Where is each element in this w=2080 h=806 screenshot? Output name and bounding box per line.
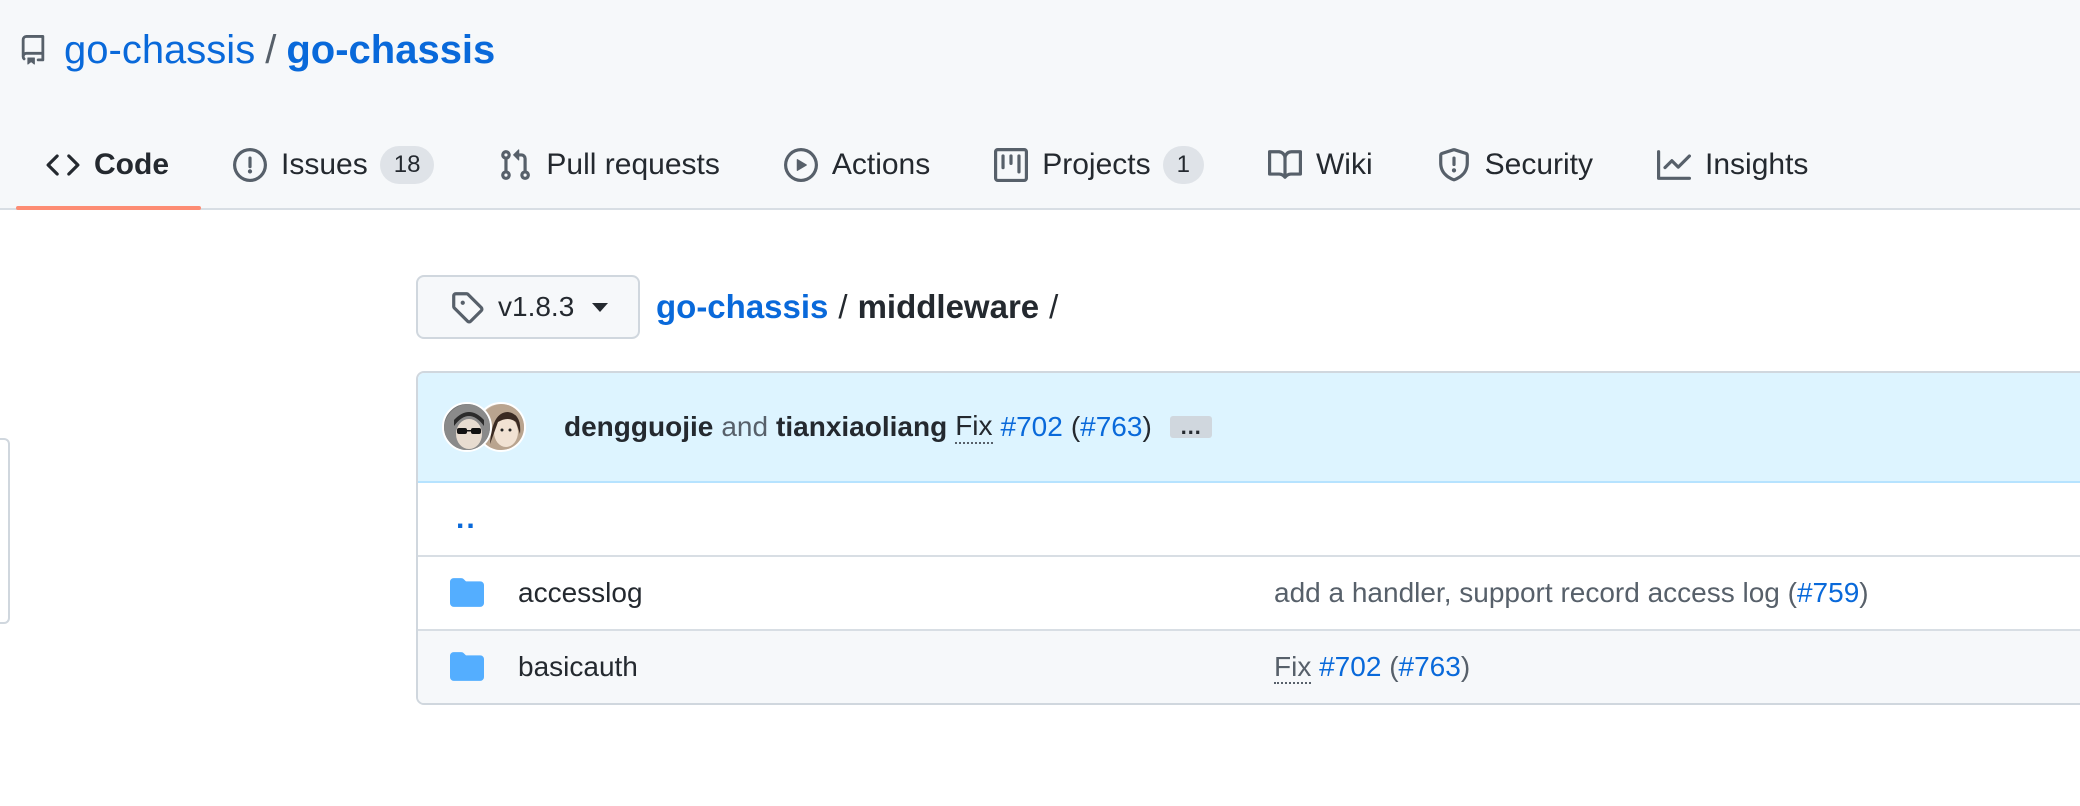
tab-code[interactable]: Code [16,122,201,210]
file-commit-message-link[interactable]: Fix [1274,651,1312,684]
git-pull-request-icon [501,149,531,180]
tab-security[interactable]: Security [1405,122,1625,208]
tab-pull-requests-label: Pull requests [546,148,720,181]
tab-wiki[interactable]: Wiki [1236,122,1405,208]
tab-actions[interactable]: Actions [752,122,962,208]
file-row[interactable]: accesslog add a handler, support record … [418,555,2080,629]
file-commit-pr-link[interactable]: #763 [1399,651,1461,682]
graph-icon [1657,150,1692,180]
tab-issues[interactable]: Issues 18 [201,122,466,208]
play-icon [783,148,818,182]
breadcrumb-current-dir: middleware [857,288,1040,325]
file-commit-paren-close: ) [1460,651,1471,682]
commit-coauthor-link[interactable]: tianxiaoliang [776,411,947,443]
side-panel-edge[interactable] [0,438,10,624]
project-icon [994,148,1029,182]
shield-icon [1438,148,1469,182]
parent-directory-row[interactable]: .. [418,483,2080,555]
repo-nav-tabs: Code Issues 18 Pull requests Actions Pro… [16,122,1840,210]
branch-label: v1.8.3 [498,291,575,322]
file-commit-issue-link[interactable]: #702 [1319,651,1381,682]
tab-projects-label: Projects [1042,148,1151,181]
file-commit-message: Fix #702 (#763) [1274,651,1471,684]
repo-header: go-chassis / go-chassis Code Issues 18 P… [0,0,2080,210]
repo-owner-link[interactable]: go-chassis [64,28,255,73]
commit-issue-link[interactable]: #702 [1001,411,1063,443]
book-icon [1267,150,1302,179]
repo-name-link[interactable]: go-chassis [286,28,495,73]
tab-pull-requests[interactable]: Pull requests [466,122,751,208]
file-commit-pr-link[interactable]: #759 [1797,577,1859,608]
tab-actions-label: Actions [831,148,931,181]
commit-message-link[interactable]: Fix [955,410,993,444]
file-name-link[interactable]: basicauth [518,651,1274,683]
tab-code-label: Code [94,148,169,181]
commit-paren-open: ( [1070,411,1081,442]
file-name-link[interactable]: accesslog [518,577,1274,609]
latest-commit-bar: dengguojie and tianxiaoliang Fix #702 ( … [418,373,2080,483]
commit-paren-close: ) [1142,411,1152,442]
branch-select-button[interactable]: v1.8.3 [416,275,640,339]
file-commit-paren-open: ( [1389,651,1399,682]
tab-insights[interactable]: Insights [1625,122,1840,208]
file-commit-message-link[interactable]: add a handler, support record access log… [1274,577,1797,608]
tab-insights-label: Insights [1705,148,1809,181]
tab-security-label: Security [1484,148,1594,181]
repo-title-separator: / [265,27,277,72]
breadcrumb: go-chassis / middleware / [656,283,1068,331]
tab-issues-label: Issues [281,148,368,181]
parent-directory-link[interactable]: .. [456,502,477,536]
projects-count-badge: 1 [1162,146,1204,184]
breadcrumb-root-link[interactable]: go-chassis [656,288,828,326]
avatar[interactable] [442,402,492,452]
tab-wiki-label: Wiki [1315,148,1373,181]
commit-author-link[interactable]: dengguojie [564,411,713,443]
folder-icon [450,578,484,607]
file-commit-message: add a handler, support record access log… [1274,577,1869,609]
caret-down-icon [592,302,609,312]
commit-pr-link[interactable]: #763 [1080,411,1142,443]
breadcrumb-separator: / [838,288,848,325]
folder-icon [450,652,484,681]
file-row[interactable]: basicauth Fix #702 (#763) [418,629,2080,703]
commit-expand-button[interactable]: … [1169,416,1212,438]
breadcrumb-separator: / [1049,288,1059,325]
code-icon [46,154,80,176]
file-browser: dengguojie and tianxiaoliang Fix #702 ( … [416,371,2080,705]
tag-icon [452,292,484,324]
issues-count-badge: 18 [379,146,435,184]
repo-icon [21,35,45,65]
issue-opened-icon [233,148,267,182]
commit-avatars [442,400,542,454]
commit-and-text: and [721,411,769,442]
repo-title: go-chassis / go-chassis [18,22,495,78]
tab-projects[interactable]: Projects 1 [962,122,1236,208]
file-commit-paren-close: ) [1859,577,1869,608]
